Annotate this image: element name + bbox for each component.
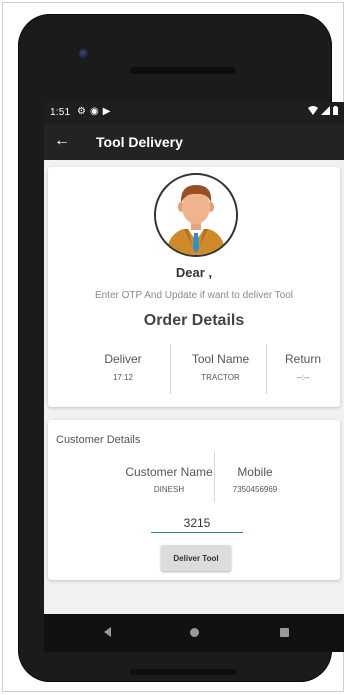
customer-card: Customer Details Customer Name DINESH Mo… <box>48 420 340 580</box>
avatar-illustration <box>156 175 236 255</box>
mobile-column: Mobile 7350456969 <box>220 465 290 494</box>
navigation-bar <box>44 614 344 652</box>
column-divider <box>266 344 267 394</box>
signal-icon <box>321 106 330 115</box>
avatar <box>154 173 238 257</box>
otp-input[interactable] <box>151 514 243 533</box>
customer-name-column: Customer Name DINESH <box>120 465 218 494</box>
arrow-back-icon[interactable]: ← <box>54 132 70 150</box>
earpiece-speaker <box>130 67 236 74</box>
column-divider <box>214 452 215 502</box>
battery-icon <box>333 106 338 115</box>
app-bar: ← Tool Delivery <box>44 124 344 160</box>
nav-back-icon[interactable] <box>104 627 111 637</box>
deliver-column: Deliver 17:12 <box>88 342 158 392</box>
order-card: Dear , Enter OTP And Update if want to d… <box>48 167 340 407</box>
wifi-icon <box>308 106 318 115</box>
column-divider <box>170 344 171 394</box>
nav-recents-icon[interactable] <box>280 628 289 637</box>
deliver-label: Deliver <box>104 352 142 366</box>
settings-icon: ⚙ <box>77 106 86 117</box>
customer-name-value: DINESH <box>153 485 185 494</box>
app-bar-title: Tool Delivery <box>96 134 183 150</box>
return-value: --:-- <box>296 373 310 382</box>
tool-name-column: Tool Name TRACTOR <box>173 342 268 392</box>
deliver-tool-button[interactable]: Deliver Tool <box>161 545 231 571</box>
tool-name-label: Tool Name <box>191 352 250 366</box>
phone-screen: 1:51 ⚙ ◉ ▶ ← Tool Delivery Dear , Enter … <box>44 102 344 652</box>
otp-instruction: Enter OTP And Update if want to deliver … <box>94 290 294 301</box>
customer-details-title: Customer Details <box>56 434 141 446</box>
deliver-value: 17:12 <box>112 373 134 382</box>
greeting-text: Dear , <box>175 265 213 280</box>
order-details-columns: Deliver 17:12 Tool Name TRACTOR Return -… <box>48 342 340 397</box>
return-label: Return <box>284 352 322 366</box>
status-system-icons <box>308 106 338 115</box>
order-details-title: Order Details <box>143 312 245 329</box>
mobile-label: Mobile <box>237 465 273 479</box>
status-time: 1:51 <box>50 107 71 118</box>
status-bar: 1:51 ⚙ ◉ ▶ <box>44 102 344 124</box>
circle-icon: ◉ <box>89 106 99 117</box>
front-camera <box>79 49 88 58</box>
tool-name-value: TRACTOR <box>201 373 240 382</box>
nav-home-icon[interactable] <box>190 628 199 637</box>
mobile-value: 7350456969 <box>232 485 278 494</box>
return-column: Return --:-- <box>268 342 338 392</box>
status-notification-icons: ⚙ ◉ ▶ <box>77 106 110 118</box>
phone-device: 1:51 ⚙ ◉ ▶ ← Tool Delivery Dear , Enter … <box>18 14 344 682</box>
bottom-speaker <box>130 669 236 675</box>
play-icon: ▶ <box>102 106 111 117</box>
customer-name-label: Customer Name <box>125 465 213 479</box>
